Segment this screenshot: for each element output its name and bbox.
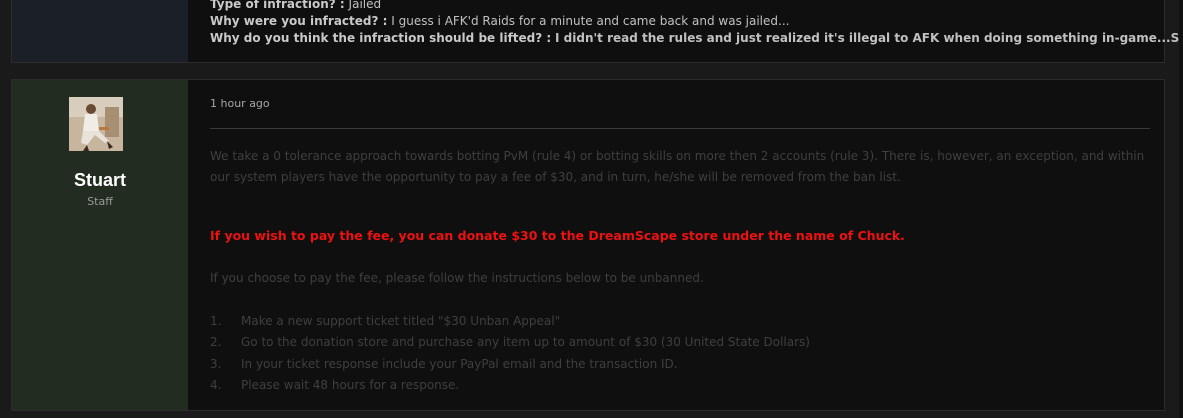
qa-answer: Jailed: [348, 0, 382, 11]
previous-post-author-panel: [12, 0, 188, 62]
author-panel: Stuart Staff: [12, 80, 188, 410]
list-item-text: Please wait 48 hours for a response.: [241, 377, 460, 392]
post: Stuart Staff 1 hour ago We take a 0 tole…: [11, 79, 1165, 411]
scrollbar[interactable]: [1179, 0, 1183, 418]
list-number: 1.: [210, 314, 222, 328]
author-role: Staff: [87, 195, 113, 208]
previous-post-body: Type of infraction? : Jailed Why were yo…: [210, 0, 1183, 47]
list-number: 3.: [210, 356, 222, 371]
list-item: 1. Make a new support ticket titled "$30 …: [210, 311, 810, 332]
qa-answer: I guess i AFK'd Raids for a minute and c…: [391, 14, 790, 28]
list-number: 2.: [210, 335, 222, 350]
list-item-text: Make a new support ticket titled "$30 Un…: [241, 314, 561, 328]
post-paragraph: We take a 0 tolerance approach towards b…: [210, 149, 1145, 184]
qa-question: Why were you infracted? :: [210, 14, 388, 28]
divider: [210, 128, 1150, 129]
qa-question: Type of infraction? :: [210, 0, 345, 11]
list-number: 4.: [210, 377, 222, 392]
qa-line: Type of infraction? : Jailed: [210, 0, 1183, 13]
qa-answer: I didn't read the rules and just realize…: [555, 31, 1183, 45]
list-item-text: In your ticket response include your Pay…: [241, 356, 678, 371]
qa-question: Why do you think the infraction should b…: [210, 31, 552, 45]
list-item: 3. In your ticket response include your P…: [210, 354, 810, 375]
forum-thread: Type of infraction? : Jailed Why were yo…: [0, 0, 1183, 418]
post-highlight-text: If you wish to pay the fee, you can dona…: [210, 228, 905, 243]
qa-line: Why do you think the infraction should b…: [210, 30, 1183, 47]
qa-line: Why were you infracted? : I guess i AFK'…: [210, 13, 1183, 30]
list-item-text: Go to the donation store and purchase an…: [241, 335, 810, 350]
post-paragraph: If you choose to pay the fee, please fol…: [210, 271, 704, 285]
list-item: 2. Go to the donation store and purchase …: [210, 332, 810, 353]
previous-post: Type of infraction? : Jailed Why were yo…: [11, 0, 1183, 63]
instructions-list: 1. Make a new support ticket titled "$30 …: [210, 311, 810, 396]
author-name[interactable]: Stuart: [12, 170, 188, 191]
list-item: 4. Please wait 48 hours for a response.: [210, 375, 810, 396]
avatar[interactable]: [69, 97, 123, 151]
post-timestamp[interactable]: 1 hour ago: [210, 97, 270, 110]
